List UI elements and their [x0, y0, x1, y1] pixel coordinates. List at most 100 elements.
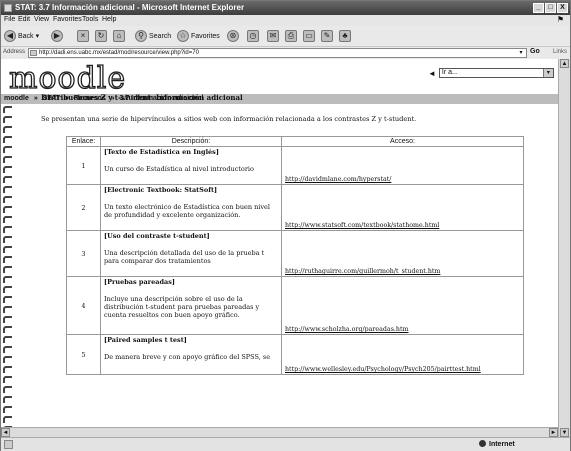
minimize-button[interactable]: _ — [533, 3, 544, 13]
media-button[interactable]: ⊛ — [227, 29, 239, 43]
scroll-left-icon[interactable]: ◄ — [1, 428, 10, 437]
resource-link[interactable]: http://www.scholzha.org/pareadas.htm — [285, 326, 409, 333]
address-input[interactable]: http://dadi.ens.uabc.mx/estad/mod/resour… — [28, 48, 527, 58]
breadcrumb-separator: » — [33, 95, 38, 102]
spiral-ring — [3, 316, 12, 323]
mail-button[interactable]: ✉ — [267, 29, 279, 43]
history-button[interactable]: ◷ — [247, 29, 259, 43]
home-icon: ⌂ — [113, 30, 125, 42]
spiral-ring — [3, 226, 12, 233]
menu-file[interactable]: File — [4, 16, 15, 23]
horizontal-scrollbar[interactable]: ◄ ► — [1, 427, 558, 437]
resource-link[interactable]: http://davidmlane.com/hyperstat/ — [285, 176, 391, 183]
print-button[interactable]: ⎙ — [285, 29, 297, 43]
address-dropdown-icon[interactable]: ▾ — [517, 49, 525, 57]
column-header-enlace: Enlace: — [66, 136, 101, 147]
spiral-ring — [3, 396, 12, 403]
row-description: [Electronic Textbook: StatSoft] Un texto… — [100, 184, 282, 231]
edit-button[interactable]: ▭ — [303, 29, 315, 43]
resource-link[interactable]: http://www.wellesley.edu/Psychology/Psyc… — [285, 366, 481, 373]
mail-icon: ✉ — [267, 30, 279, 42]
intro-text: Se presentan una serie de hipervínculos … — [41, 115, 417, 123]
zone-label: Internet — [489, 441, 515, 448]
table-row: 3 [Uso del contraste t-student] Una desc… — [66, 230, 524, 277]
search-icon: ⚲ — [135, 30, 147, 42]
row-description: [Texto de Estadística en Inglés] Un curs… — [100, 146, 282, 185]
menu-view[interactable]: View — [34, 16, 49, 23]
row-number: 3 — [66, 230, 101, 277]
links-table: Enlace: Descripción: Acceso: 1 [Texto de… — [66, 136, 524, 375]
refresh-button[interactable]: ↻ — [95, 29, 107, 43]
spiral-ring — [3, 166, 12, 173]
spiral-ring — [3, 326, 12, 333]
scroll-up-icon[interactable]: ▲ — [560, 59, 569, 68]
search-button[interactable]: ⚲ Search — [135, 29, 171, 43]
spiral-ring — [3, 196, 12, 203]
home-button[interactable]: ⌂ — [113, 29, 125, 43]
spiral-ring — [3, 296, 12, 303]
links-label[interactable]: Links — [553, 49, 567, 55]
discuss-icon: ✎ — [321, 30, 333, 42]
security-zone: Internet — [479, 440, 515, 448]
resource-link[interactable]: http://ruthaguirre.com/guillermoh/t_stud… — [285, 268, 440, 275]
close-button[interactable]: X — [557, 3, 568, 13]
menu-help[interactable]: Help — [102, 16, 116, 23]
print-icon: ⎙ — [285, 30, 297, 42]
browser-window: STAT: 3.7 Información adicional - Micros… — [0, 0, 571, 451]
spiral-ring — [3, 266, 12, 273]
favorites-button[interactable]: ☆ Favorites — [177, 29, 220, 43]
spiral-ring — [3, 136, 12, 143]
scroll-down-icon[interactable]: ▼ — [560, 428, 569, 437]
go-button[interactable]: Go — [530, 48, 540, 55]
title-bar[interactable]: STAT: 3.7 Información adicional - Micros… — [1, 1, 570, 15]
jump-select[interactable]: Ir a... ▾ — [438, 68, 554, 78]
media-icon: ⊛ — [227, 30, 239, 42]
row-number: 4 — [66, 276, 101, 335]
chevron-down-icon: ▾ — [542, 69, 553, 77]
row-desc-text: Un curso de Estadística al nivel introdu… — [104, 165, 254, 173]
menu-tools[interactable]: Tools — [82, 16, 98, 23]
menu-edit[interactable]: Edit — [18, 16, 30, 23]
resource-link[interactable]: http://www.statsoft.com/textbook/stathom… — [285, 222, 439, 229]
moodle-logo[interactable]: moodle — [8, 62, 126, 95]
jump-select-value: Ir a... — [441, 69, 458, 76]
stop-button[interactable]: × — [77, 29, 89, 43]
table-row: 2 [Electronic Textbook: StatSoft] Un tex… — [66, 184, 524, 231]
jump-menu: ◄ Ir a... ▾ — [428, 67, 558, 79]
discuss-button[interactable]: ✎ — [321, 29, 333, 43]
spiral-ring — [3, 386, 12, 393]
spiral-ring — [3, 216, 12, 223]
row-title: [Electronic Textbook: StatSoft] — [104, 186, 218, 194]
spiral-ring — [3, 346, 12, 353]
row-number: 1 — [66, 146, 101, 185]
spiral-ring — [3, 306, 12, 313]
messenger-button[interactable]: ♣ — [339, 29, 351, 43]
spiral-ring — [3, 336, 12, 343]
spiral-ring — [3, 206, 12, 213]
page-icon — [30, 50, 37, 56]
row-access: http://www.scholzha.org/pareadas.htm — [281, 276, 524, 335]
row-desc-text: Un texto electrónico de Estadística con … — [104, 203, 270, 219]
table-header-row: Enlace: Descripción: Acceso: — [66, 136, 524, 147]
spiral-ring — [3, 416, 12, 423]
jump-prev-arrow[interactable]: ◄ — [428, 69, 436, 78]
column-header-acceso: Acceso: — [281, 136, 524, 147]
maximize-button[interactable]: □ — [545, 3, 556, 13]
scroll-right-icon[interactable]: ► — [549, 428, 558, 437]
refresh-icon: ↻ — [95, 30, 107, 42]
row-title: [Uso del contraste t-student] — [104, 232, 210, 240]
row-title: [Pruebas pareadas] — [104, 278, 175, 286]
row-number: 5 — [66, 334, 101, 375]
vertical-scrollbar[interactable]: ▲ ▼ — [558, 59, 570, 437]
back-button[interactable]: ◀ Back ▾ — [4, 29, 39, 43]
page-title: Distribuciones Z y t-student: Informació… — [41, 93, 243, 102]
row-number: 2 — [66, 184, 101, 231]
row-desc-text: Incluye una descripción sobre el uso de … — [104, 295, 260, 319]
chevron-down-icon: ▾ — [35, 33, 40, 40]
forward-button[interactable]: ▶ — [51, 29, 63, 43]
row-description: [Paired samples t test] De manera breve … — [100, 334, 282, 375]
row-desc-text: Una descripción detallada del uso de la … — [104, 249, 265, 265]
breadcrumb-item-moodle[interactable]: moodle — [4, 95, 29, 102]
menu-favorites[interactable]: Favorites — [53, 16, 82, 23]
row-description: [Uso del contraste t-student] Una descri… — [100, 230, 282, 277]
